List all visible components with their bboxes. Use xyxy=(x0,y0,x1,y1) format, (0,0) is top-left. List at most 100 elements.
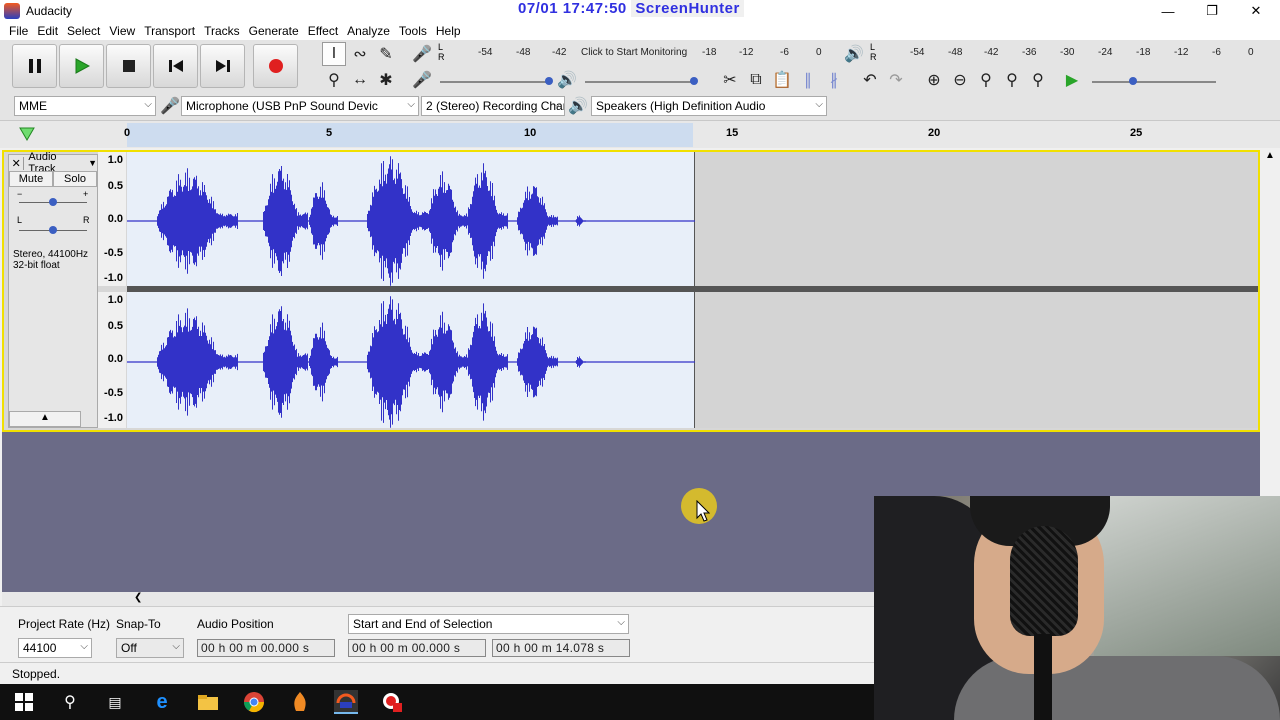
time-shift-tool-icon[interactable]: ↔ xyxy=(348,68,372,92)
record-icon xyxy=(268,59,283,73)
scroll-up-icon[interactable]: ▲ xyxy=(1262,150,1278,161)
collapse-track-icon[interactable]: ▲ xyxy=(9,411,81,427)
recording-volume-slider[interactable] xyxy=(440,81,552,83)
zoom-toggle-icon[interactable]: ⚲ xyxy=(1026,68,1050,92)
menu-transport[interactable]: Transport xyxy=(144,22,195,40)
scroll-left-icon[interactable]: ❮ xyxy=(134,592,142,603)
gain-slider[interactable]: − + xyxy=(9,187,97,213)
play-meter-scale[interactable]: -54 -48 -42 -36 -30 -24 -18 -12 -6 0 xyxy=(880,47,1260,59)
cut-icon[interactable]: ✂ xyxy=(718,68,742,92)
fl-studio-icon[interactable] xyxy=(288,690,312,714)
audio-position-field[interactable]: 00 h 00 m 00.000 s xyxy=(197,639,335,657)
webcam-background-light xyxy=(1094,496,1280,656)
paste-icon[interactable]: 📋 xyxy=(770,68,794,92)
undo-icon[interactable]: ↶ xyxy=(858,68,882,92)
speaker-icon: 🔊 xyxy=(568,98,588,115)
audio-host-select[interactable]: MME ⌵ xyxy=(14,96,156,116)
screenhunter-icon[interactable] xyxy=(380,690,404,714)
menu-generate[interactable]: Generate xyxy=(249,22,299,40)
selection-end-field[interactable]: 00 h 00 m 14.078 s xyxy=(492,639,630,657)
mute-button[interactable]: Mute xyxy=(9,171,53,187)
recording-volume-thumb[interactable] xyxy=(545,77,553,85)
snap-to-select[interactable]: Off ⌵ xyxy=(116,638,184,658)
record-meter-hint[interactable]: Click to Start Monitoring xyxy=(581,47,687,58)
multi-tool-icon[interactable]: ✱ xyxy=(374,68,398,92)
audacity-taskbar-icon[interactable] xyxy=(334,690,358,714)
task-view-icon[interactable]: ▤ xyxy=(103,690,127,714)
play-at-speed-icon[interactable]: ▶ xyxy=(1060,68,1084,92)
vertical-ruler-right[interactable]: 1.0 0.5 0.0 -0.5 -1.0 xyxy=(98,292,126,428)
timeline-options-icon[interactable] xyxy=(18,125,36,143)
minimize-icon[interactable]: — xyxy=(1146,0,1190,22)
trim-audio-icon[interactable]: ∥ xyxy=(796,68,820,92)
draw-tool-icon[interactable]: ✎ xyxy=(374,42,398,66)
pause-button[interactable] xyxy=(12,44,57,88)
envelope-tool-icon[interactable]: ∾ xyxy=(348,42,372,66)
timeline-tick: 25 xyxy=(1130,127,1143,139)
record-button[interactable] xyxy=(253,44,298,88)
playback-volume-icon: 🔊 xyxy=(557,72,577,89)
edge-browser-icon[interactable]: e xyxy=(150,690,174,714)
recording-device-select[interactable]: Microphone (USB PnP Sound Devic ⌵ xyxy=(181,96,419,116)
menu-select[interactable]: Select xyxy=(67,22,100,40)
vertical-ruler-left[interactable]: 1.0 0.5 0.0 -0.5 -1.0 xyxy=(98,152,126,286)
record-meter-scale[interactable]: -54 -48 -42 Click to Start Monitoring -1… xyxy=(448,47,828,59)
timeline-tick: 20 xyxy=(928,127,941,139)
overlay-datetime: 07/01 17:47:50 xyxy=(518,0,627,17)
menu-file[interactable]: File xyxy=(9,22,28,40)
selection-start-field[interactable]: 00 h 00 m 00.000 s xyxy=(348,639,486,657)
zoom-tool-icon[interactable]: ⚲ xyxy=(322,68,346,92)
playback-device-select[interactable]: Speakers (High Definition Audio ⌵ xyxy=(591,96,827,116)
chevron-down-icon: ⌵ xyxy=(407,99,415,110)
zoom-in-icon[interactable]: ⊕ xyxy=(922,68,946,92)
menu-analyze[interactable]: Analyze xyxy=(347,22,390,40)
pause-icon xyxy=(28,59,41,73)
menu-effect[interactable]: Effect xyxy=(308,22,338,40)
recording-channels-select[interactable]: 2 (Stereo) Recording Char ⌵ xyxy=(421,96,565,116)
windows-start-icon[interactable] xyxy=(12,690,36,714)
playback-volume-thumb[interactable] xyxy=(690,77,698,85)
play-button[interactable] xyxy=(59,44,104,88)
audacity-logo-icon xyxy=(4,3,20,19)
restore-icon[interactable]: ❐ xyxy=(1190,0,1234,22)
waveform-right xyxy=(127,296,695,428)
play-meter-speaker-icon[interactable]: 🔊 xyxy=(842,42,866,66)
menu-view[interactable]: View xyxy=(109,22,135,40)
waveform-channel-left[interactable] xyxy=(127,152,1258,286)
skip-to-start-button[interactable] xyxy=(153,44,198,88)
skip-to-end-button[interactable] xyxy=(200,44,245,88)
play-speed-slider[interactable] xyxy=(1092,81,1216,83)
fit-selection-icon[interactable]: ⚲ xyxy=(974,68,998,92)
skip-start-icon xyxy=(168,60,183,72)
project-rate-select[interactable]: 44100 ⌵ xyxy=(18,638,92,658)
timeline-tick: 15 xyxy=(726,127,739,139)
fit-project-icon[interactable]: ⚲ xyxy=(1000,68,1024,92)
pan-slider[interactable]: L R xyxy=(9,213,97,241)
selection-mode-select[interactable]: Start and End of Selection ⌵ xyxy=(348,614,629,634)
solo-button[interactable]: Solo xyxy=(53,171,97,187)
zoom-out-icon[interactable]: ⊖ xyxy=(948,68,972,92)
silence-audio-icon[interactable]: ∦ xyxy=(822,68,846,92)
microphone-icon: 🎤 xyxy=(160,98,180,115)
track-close-icon[interactable]: ✕ xyxy=(9,156,25,170)
search-icon[interactable]: ⚲ xyxy=(58,690,82,714)
menu-help[interactable]: Help xyxy=(436,22,461,40)
redo-icon[interactable]: ↷ xyxy=(884,68,908,92)
menu-tools[interactable]: Tools xyxy=(399,22,427,40)
playback-volume-slider[interactable] xyxy=(585,81,697,83)
menu-tracks[interactable]: Tracks xyxy=(204,22,240,40)
selection-tool-icon[interactable]: I xyxy=(322,42,346,66)
record-meter-mic-icon[interactable]: 🎤 xyxy=(410,42,434,66)
close-window-icon[interactable]: ✕ xyxy=(1234,0,1278,22)
waveform-channel-right[interactable] xyxy=(127,292,1258,428)
stop-button[interactable] xyxy=(106,44,151,88)
timeline-ruler[interactable]: 0 5 10 15 20 25 xyxy=(0,120,1280,148)
copy-icon[interactable]: ⧉ xyxy=(744,68,768,92)
file-explorer-icon[interactable] xyxy=(196,690,220,714)
caret-down-icon[interactable]: ▼ xyxy=(88,158,97,168)
menu-edit[interactable]: Edit xyxy=(37,22,58,40)
chevron-down-icon: ⌵ xyxy=(553,99,561,110)
play-speed-thumb[interactable] xyxy=(1129,77,1137,85)
chevron-down-icon: ⌵ xyxy=(617,617,625,628)
chrome-icon[interactable] xyxy=(242,690,266,714)
